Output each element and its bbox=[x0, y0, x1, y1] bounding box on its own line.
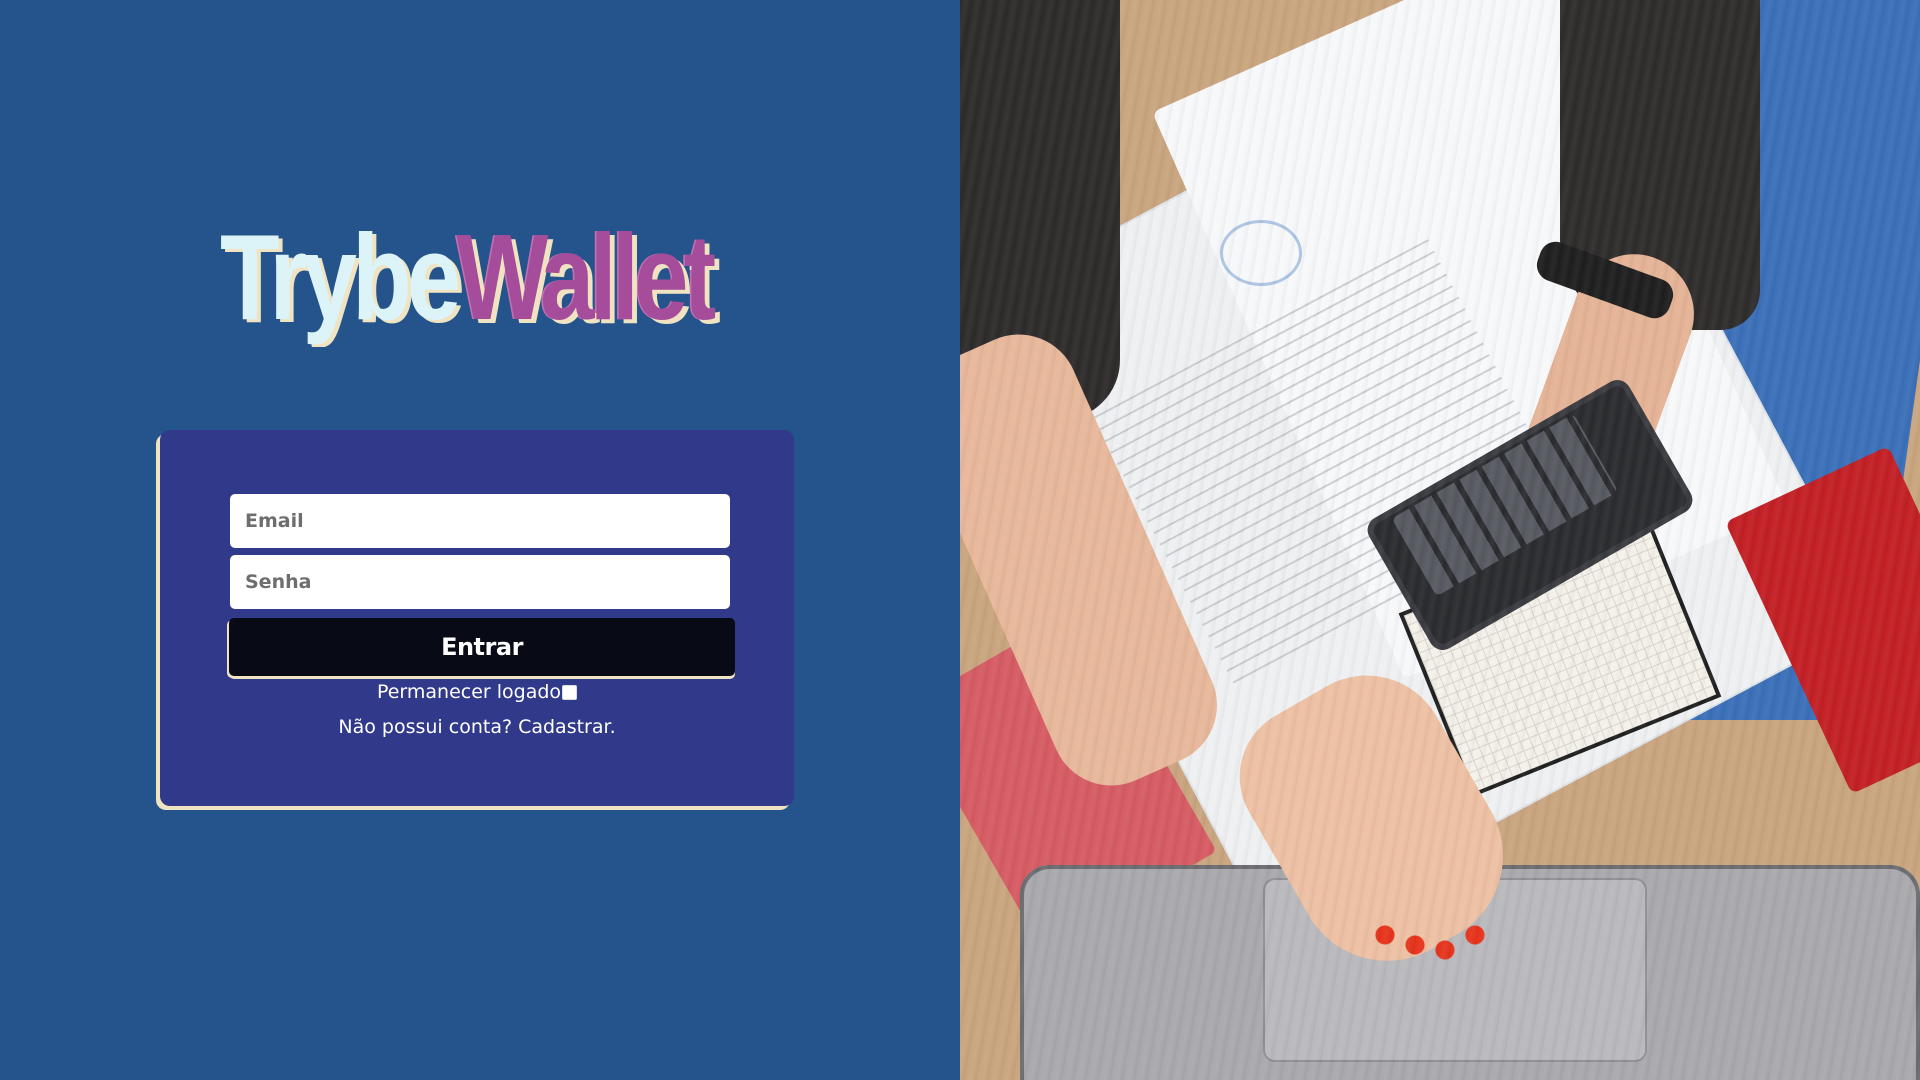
remember-me-row: Permanecer logado bbox=[376, 680, 578, 704]
signup-prompt: Não possui conta? Cadastrar. bbox=[160, 715, 794, 739]
red-nails-shape bbox=[1375, 905, 1495, 965]
hero-image bbox=[960, 0, 1920, 1080]
trybewallet-logo: TrybeWallet bbox=[220, 209, 716, 345]
login-button[interactable]: Entrar bbox=[229, 618, 735, 676]
remember-me: Permanecer logado bbox=[160, 680, 794, 704]
logo-wallet-text: Wallet bbox=[456, 209, 716, 345]
remember-me-label: Permanecer logado bbox=[376, 681, 562, 703]
login-panel: TrybeWallet Entrar Permanecer logado Não… bbox=[0, 0, 960, 1080]
email-input[interactable] bbox=[230, 494, 730, 548]
logo-trybe-text: Trybe bbox=[220, 209, 461, 345]
signup-link[interactable]: Não possui conta? Cadastrar. bbox=[338, 716, 615, 738]
remember-me-checkbox[interactable] bbox=[562, 684, 578, 700]
stamp-shape bbox=[1220, 220, 1302, 286]
login-card: Entrar Permanecer logado Não possui cont… bbox=[160, 430, 794, 806]
password-input[interactable] bbox=[230, 555, 730, 609]
login-page: TrybeWallet Entrar Permanecer logado Não… bbox=[0, 0, 1920, 1080]
